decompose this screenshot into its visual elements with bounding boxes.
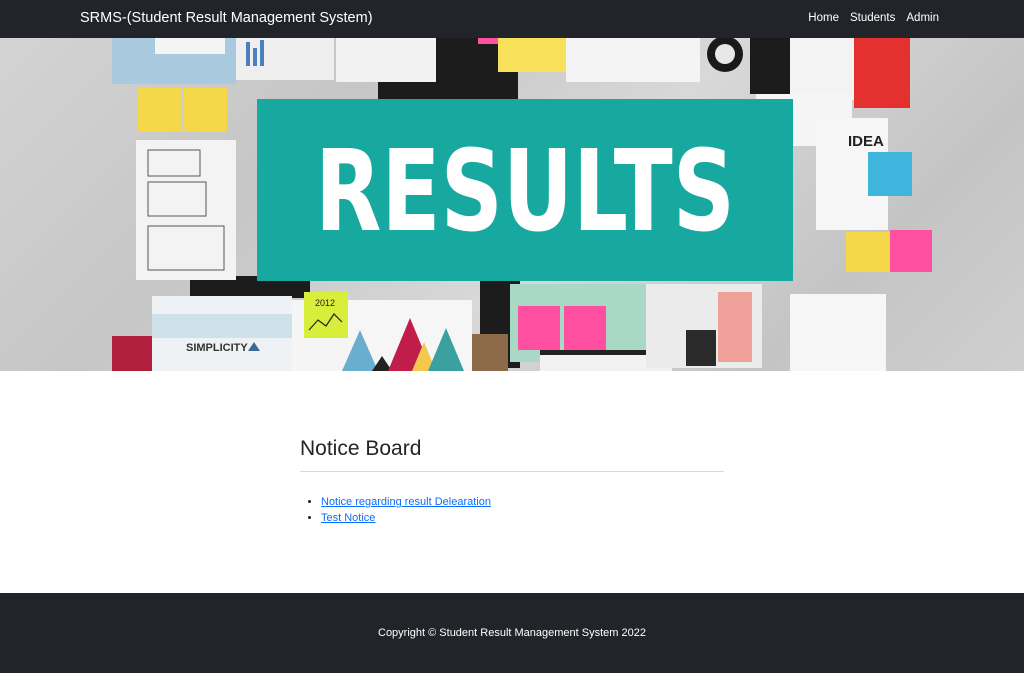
chart-bar (260, 40, 264, 66)
notice-board-title: Notice Board (300, 437, 422, 460)
notice-board-section: Notice Board Notice regarding result Del… (300, 435, 724, 526)
sticky-yellow (138, 88, 182, 132)
sticky-yellow (846, 232, 890, 272)
idea-label: IDEA (848, 133, 884, 150)
paper-text (566, 38, 700, 82)
swatch-pink (718, 292, 752, 362)
paper-chart (236, 38, 334, 80)
simplicity-label: SIMPLICITY (186, 342, 248, 354)
sticky-yellow (498, 38, 568, 72)
paper-band (152, 314, 292, 338)
chart-bar (253, 48, 257, 66)
sticky-pink (518, 306, 560, 350)
paper-wireframe (136, 140, 236, 280)
paper-red (854, 38, 910, 108)
hero-collage: SIMPLICITY 2012 IDEA RESULTS (112, 38, 932, 371)
notice-link[interactable]: Test Notice (321, 512, 375, 524)
paper-brown (472, 334, 508, 371)
sticky-pink (564, 306, 606, 350)
circle-graphic (715, 44, 735, 64)
paper-text (790, 38, 854, 100)
sticky-pink (890, 230, 932, 272)
notice-link[interactable]: Notice regarding result Delearation (321, 496, 491, 508)
copyright-text: Copyright © Student Result Management Sy… (378, 627, 646, 639)
notice-divider (300, 471, 724, 472)
results-title: RESULTS (315, 127, 735, 257)
paper-photo (155, 38, 225, 54)
notice-list: Notice regarding result Delearation Test… (300, 494, 724, 526)
paper-grid (336, 38, 436, 82)
chart-bar (246, 42, 250, 66)
hero-banner-image: SIMPLICITY 2012 IDEA RESULTS (0, 38, 1024, 371)
top-navbar: SRMS-(Student Result Management System) … (0, 0, 1024, 38)
paper-red (112, 336, 154, 371)
paper-text (790, 294, 886, 371)
nav-link-students[interactable]: Students (850, 12, 895, 24)
nav-links: Home Students Admin (808, 12, 939, 24)
nav-link-admin[interactable]: Admin (906, 12, 939, 24)
sticky-year: 2012 (315, 298, 335, 308)
swatch-dark (686, 330, 716, 366)
brand-link[interactable]: SRMS-(Student Result Management System) (80, 10, 373, 26)
page-footer: Copyright © Student Result Management Sy… (0, 593, 1024, 673)
notice-item: Test Notice (321, 510, 724, 526)
sticky-yellow (183, 88, 227, 132)
nav-link-home[interactable]: Home (808, 12, 839, 24)
notice-item: Notice regarding result Delearation (321, 494, 724, 510)
sticky-blue (868, 152, 912, 196)
